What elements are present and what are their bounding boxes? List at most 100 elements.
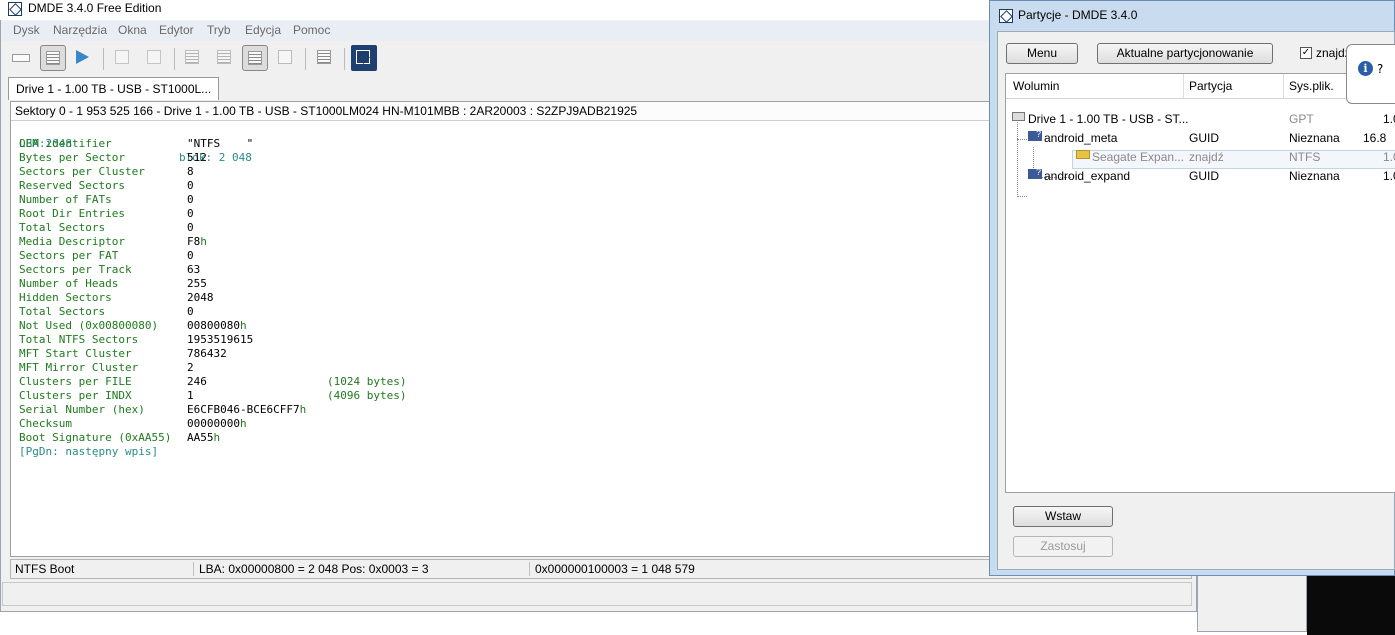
find-checkbox[interactable]: ✓ xyxy=(1300,47,1312,59)
field-value: 255 xyxy=(187,277,207,290)
field-row: Total NTFS Sectors 1953519615 xyxy=(19,333,253,347)
field-row: OEM identifier "NTFS " xyxy=(19,137,253,151)
list-item[interactable]: android_meta GUID Nieznana 16.8 xyxy=(1006,129,1395,148)
partition-list[interactable]: Wolumin Partycja Sys.plik. Drive 1 - 1.0… xyxy=(1005,73,1395,493)
field-value: F8h xyxy=(187,235,207,248)
field-label: Media Descriptor xyxy=(19,235,125,248)
menu-pomoc[interactable]: Pomoc xyxy=(293,23,330,37)
menu-edytor[interactable]: Edytor xyxy=(159,23,194,37)
field-row: Checksum 00000000h xyxy=(19,417,247,431)
field-label: Boot Signature (0xAA55) xyxy=(19,431,172,444)
menu-tryb[interactable]: Tryb xyxy=(207,23,231,37)
main-window-title: DMDE 3.4.0 Free Edition xyxy=(28,1,162,15)
file-list-icon[interactable] xyxy=(180,45,206,71)
menu-button[interactable]: Menu xyxy=(1006,43,1078,64)
row-partition: GUID xyxy=(1189,169,1219,183)
menu-okna[interactable]: Okna xyxy=(118,23,147,37)
field-row: Total Sectors 0 xyxy=(19,221,194,235)
pgdn-hint[interactable]: [PgDn: następny wpis] xyxy=(19,445,158,459)
disk-select-button[interactable] xyxy=(8,45,34,71)
field-label: Total Sectors xyxy=(19,305,106,318)
field-value: 0 xyxy=(187,193,194,206)
volume-icon xyxy=(1076,150,1090,159)
list-item[interactable]: android_expand GUID Nieznana 1.0 xyxy=(1006,167,1395,186)
field-label: Clusters per INDX xyxy=(19,389,132,402)
current-partitioning-button[interactable]: Aktualne partycjonowanie xyxy=(1097,43,1273,64)
hex-view-button[interactable] xyxy=(242,45,268,71)
field-label: Root Dir Entries xyxy=(19,207,125,220)
row-volume: Drive 1 - 1.00 TB - USB - ST... xyxy=(1028,112,1189,126)
info-icon: i xyxy=(1358,61,1373,76)
info-popup[interactable]: i ? xyxy=(1346,44,1395,104)
field-row: Serial Number (hex) E6CFB046-BCE6CFF7h xyxy=(19,403,306,417)
field-value: "NTFS " xyxy=(187,137,254,150)
field-value: 00800080h xyxy=(187,319,247,332)
field-label: Sectors per Track xyxy=(19,263,132,276)
field-row: Clusters per INDX 1 (4096 bytes) xyxy=(19,389,406,403)
field-label: MFT Start Cluster xyxy=(19,347,132,360)
field-row: Sectors per Track 63 xyxy=(19,263,200,277)
field-row: Root Dir Entries 0 xyxy=(19,207,194,221)
partition-icon xyxy=(1028,129,1042,141)
field-row: Number of FATs 0 xyxy=(19,193,194,207)
field-note: (1024 bytes) xyxy=(327,375,407,388)
window-list-icon[interactable] xyxy=(312,45,338,71)
col-partition[interactable]: Partycja xyxy=(1189,79,1232,93)
field-value: 1953519615 xyxy=(187,333,254,346)
row-partition: GUID xyxy=(1189,131,1219,145)
dmde-logo-button[interactable] xyxy=(351,45,377,71)
search-icon[interactable] xyxy=(273,45,299,71)
menu-dysk[interactable]: Dysk xyxy=(13,23,40,37)
row-filesystem: NTFS xyxy=(1289,150,1321,164)
partition-icon xyxy=(1028,167,1042,179)
play-icon[interactable] xyxy=(70,45,96,71)
field-row: Sectors per FAT 0 xyxy=(19,249,194,263)
field-value: 8 xyxy=(187,165,194,178)
field-value: 1 xyxy=(187,389,194,402)
field-note: (4096 bytes) xyxy=(327,389,407,402)
insert-button[interactable]: Wstaw xyxy=(1013,506,1113,527)
dmde-logo-icon xyxy=(999,9,1013,23)
field-value: 63 xyxy=(187,263,201,276)
field-value: E6CFB046-BCE6CFF7h xyxy=(187,403,307,416)
list-item[interactable]: Seagate Expan... znajdź NTFS 1.0 xyxy=(1006,148,1395,169)
sparkle-icon[interactable] xyxy=(142,45,168,71)
tree-icon[interactable] xyxy=(110,45,136,71)
row-volume: android_expand xyxy=(1044,169,1131,183)
col-filesystem[interactable]: Sys.plik. xyxy=(1289,79,1334,93)
field-row: Hidden Sectors 2048 xyxy=(19,291,214,305)
field-value: 512 xyxy=(187,151,207,164)
field-value: 0 xyxy=(187,249,194,262)
field-value: 0 xyxy=(187,221,194,234)
field-row: Bytes per Sector 512 xyxy=(19,151,207,165)
field-row: Media Descriptor F8h xyxy=(19,235,207,249)
field-label: Number of FATs xyxy=(19,193,112,206)
partitions-dialog: Partycje - DMDE 3.4.0 Menu Aktualne part… xyxy=(989,0,1395,576)
partitions-view-button[interactable] xyxy=(40,45,66,71)
field-label: MFT Mirror Cluster xyxy=(19,361,139,374)
field-row: Boot Signature (0xAA55) AA55h xyxy=(19,431,220,445)
tab-drive-1[interactable]: Drive 1 - 1.00 TB - USB - ST1000L... xyxy=(8,77,220,100)
menu-narzedzia[interactable]: Narzędzia xyxy=(53,23,107,37)
field-label: Reserved Sectors xyxy=(19,179,125,192)
row-size: 1.0 xyxy=(1383,112,1395,126)
partitions-dialog-body: Menu Aktualne partycjonowanie ✓ znajdź W… xyxy=(997,31,1395,570)
list-item[interactable]: Drive 1 - 1.00 TB - USB - ST... GPT 1.0 xyxy=(1006,110,1395,129)
col-volume[interactable]: Wolumin xyxy=(1013,79,1059,93)
field-row: Clusters per FILE 246 (1024 bytes) xyxy=(19,375,406,389)
row-partition: znajdź xyxy=(1189,150,1224,164)
field-value: 2 xyxy=(187,361,194,374)
field-row: Number of Heads 255 xyxy=(19,277,207,291)
partitions-dialog-title: Partycje - DMDE 3.4.0 xyxy=(1018,8,1138,22)
field-label: OEM identifier xyxy=(19,137,112,150)
details-icon[interactable] xyxy=(212,45,238,71)
field-label: Total Sectors xyxy=(19,221,106,234)
menu-edycja[interactable]: Edycja xyxy=(245,23,281,37)
field-value: AA55h xyxy=(187,431,221,444)
lba-row: LBA:2048 blok: 2 048 xyxy=(19,123,252,164)
dmde-logo-icon xyxy=(8,2,22,16)
status-mode: NTFS Boot xyxy=(15,562,75,576)
apply-button[interactable]: Zastosuj xyxy=(1013,536,1113,557)
field-label: Number of Heads xyxy=(19,277,119,290)
drive-icon xyxy=(1012,112,1025,121)
